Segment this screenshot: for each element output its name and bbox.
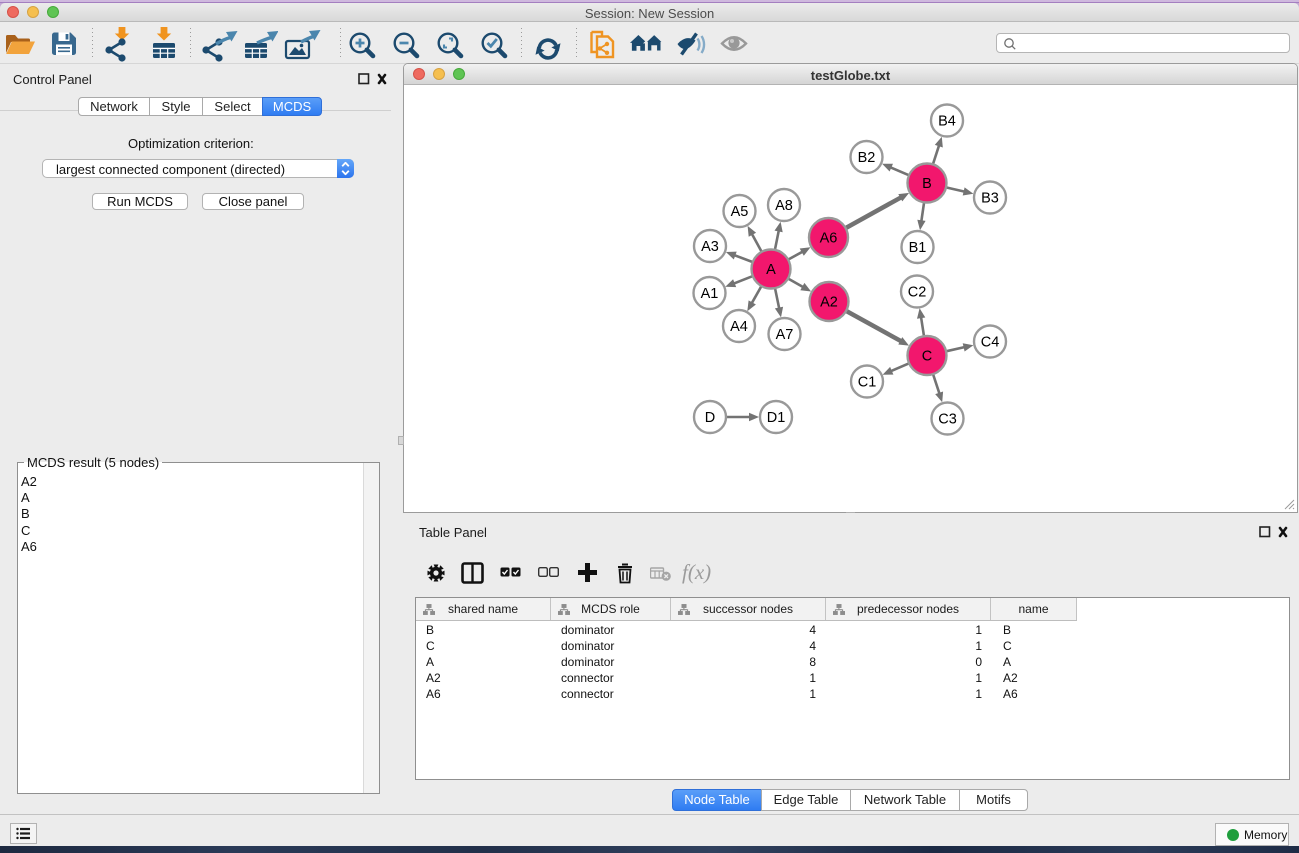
svg-text:B: B xyxy=(922,176,932,192)
svg-text:C4: C4 xyxy=(981,335,1000,351)
svg-text:C1: C1 xyxy=(858,375,877,391)
svg-text:D: D xyxy=(705,410,715,426)
svg-text:C3: C3 xyxy=(938,412,957,428)
svg-text:C: C xyxy=(922,349,932,365)
svg-text:B1: B1 xyxy=(909,240,927,256)
svg-text:A8: A8 xyxy=(775,198,793,214)
svg-text:A1: A1 xyxy=(701,286,719,302)
svg-text:D1: D1 xyxy=(767,410,786,426)
svg-text:C2: C2 xyxy=(908,285,927,301)
svg-text:B2: B2 xyxy=(858,150,876,166)
svg-text:A2: A2 xyxy=(820,295,838,311)
svg-text:B3: B3 xyxy=(981,191,999,207)
svg-text:B4: B4 xyxy=(938,114,956,130)
svg-text:A5: A5 xyxy=(731,204,749,220)
svg-text:A: A xyxy=(766,262,776,278)
svg-text:A3: A3 xyxy=(701,239,719,255)
svg-text:A4: A4 xyxy=(730,319,748,335)
svg-text:A6: A6 xyxy=(820,231,838,247)
svg-text:A7: A7 xyxy=(776,327,794,343)
